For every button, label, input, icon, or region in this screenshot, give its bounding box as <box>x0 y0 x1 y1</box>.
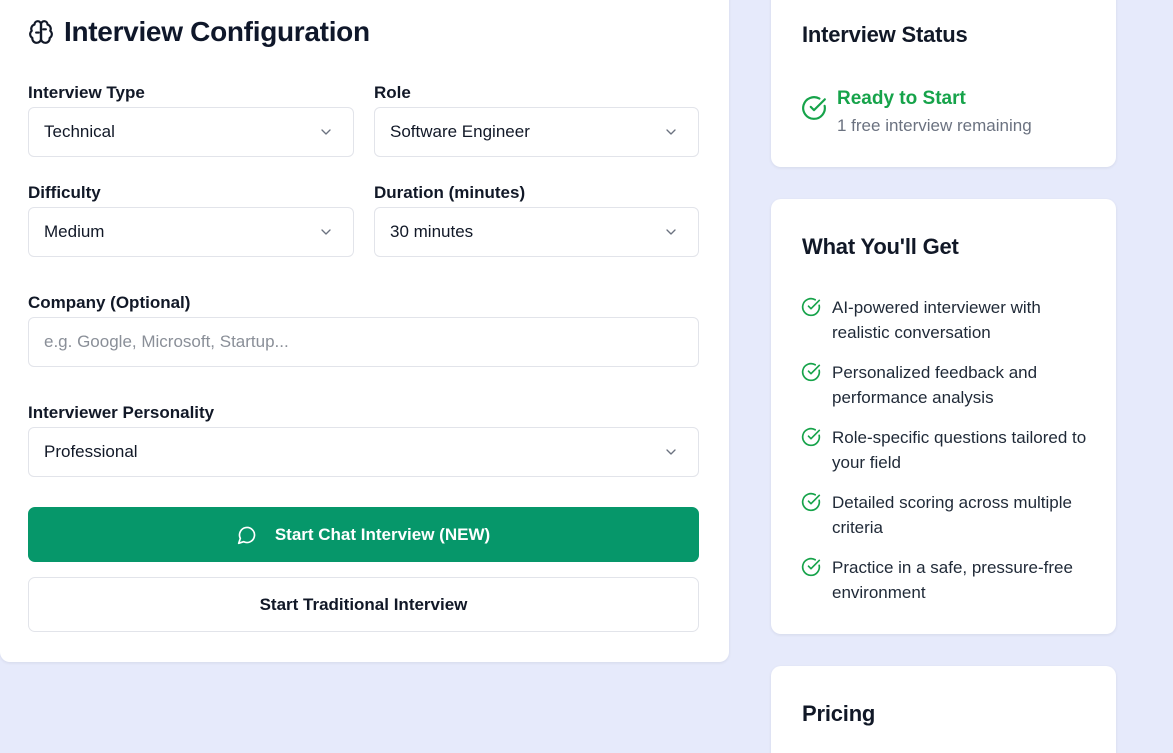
benefit-text: AI-powered interviewer with realistic co… <box>832 298 1041 342</box>
difficulty-value: Medium <box>44 222 105 241</box>
interview-type-label: Interview Type <box>28 83 145 102</box>
personality-value: Professional <box>44 442 138 461</box>
company-label: Company (Optional) <box>28 293 191 312</box>
check-circle-icon <box>801 557 821 577</box>
benefit-item: Personalized feedback and performance an… <box>801 360 1101 410</box>
benefit-text: Role-specific questions tailored to your… <box>832 428 1087 472</box>
start-chat-interview-button[interactable]: Start Chat Interview (NEW) <box>28 507 699 562</box>
difficulty-label: Difficulty <box>28 183 101 202</box>
pricing-card: Pricing <box>771 666 1116 753</box>
benefit-item: Practice in a safe, pressure-free enviro… <box>801 555 1101 605</box>
benefits-title: What You'll Get <box>802 234 959 259</box>
check-circle-icon <box>802 96 826 120</box>
benefit-item: Role-specific questions tailored to your… <box>801 425 1101 475</box>
status-row: Ready to Start 1 free interview remainin… <box>801 86 1032 140</box>
difficulty-select[interactable]: Medium <box>28 207 354 257</box>
duration-select[interactable]: 30 minutes <box>374 207 699 257</box>
interview-status-title: Interview Status <box>802 22 968 47</box>
chevron-down-icon <box>321 229 331 235</box>
start-chat-interview-label: Start Chat Interview (NEW) <box>274 524 491 544</box>
check-circle-icon <box>801 427 821 447</box>
brain-icon <box>29 20 53 44</box>
role-value: Software Engineer <box>390 122 530 141</box>
benefit-text: Practice in a safe, pressure-free enviro… <box>832 558 1073 602</box>
page-title: Interview Configuration <box>64 16 370 47</box>
duration-value: 30 minutes <box>390 222 474 241</box>
check-circle-icon <box>801 362 821 382</box>
chevron-down-icon <box>321 129 331 135</box>
interview-type-value: Technical <box>44 122 115 141</box>
benefit-item: Detailed scoring across multiple criteri… <box>801 490 1101 540</box>
pricing-title: Pricing <box>802 701 876 726</box>
start-traditional-interview-label: Start Traditional Interview <box>259 594 468 614</box>
chat-bubble-icon <box>237 526 256 544</box>
duration-label: Duration (minutes) <box>374 183 526 202</box>
role-label: Role <box>374 83 411 102</box>
check-circle-icon <box>801 492 821 512</box>
interview-status-card: Interview Status Ready to Start 1 free i… <box>771 0 1116 167</box>
start-traditional-interview-button[interactable]: Start Traditional Interview <box>28 577 699 632</box>
personality-select[interactable]: Professional <box>28 427 699 477</box>
chevron-down-icon <box>666 449 676 455</box>
personality-label: Interviewer Personality <box>28 403 215 422</box>
interview-type-select[interactable]: Technical <box>28 107 354 157</box>
chevron-down-icon <box>666 129 676 135</box>
card-header: Interview Configuration <box>28 16 370 48</box>
interview-configuration-card: Interview Configuration Interview Type T… <box>0 0 729 662</box>
company-input[interactable] <box>44 332 683 352</box>
benefits-card: What You'll Get AI-powered interviewer w… <box>771 199 1116 634</box>
benefit-text: Personalized feedback and performance an… <box>832 363 1038 407</box>
check-circle-icon <box>801 297 821 317</box>
status-detail: 1 free interview remaining <box>837 116 1032 135</box>
role-select[interactable]: Software Engineer <box>374 107 699 157</box>
company-field[interactable] <box>28 317 699 367</box>
benefit-text: Detailed scoring across multiple criteri… <box>832 493 1072 537</box>
chevron-down-icon <box>666 229 676 235</box>
status-state: Ready to Start <box>837 88 966 109</box>
benefit-item: AI-powered interviewer with realistic co… <box>801 295 1101 345</box>
